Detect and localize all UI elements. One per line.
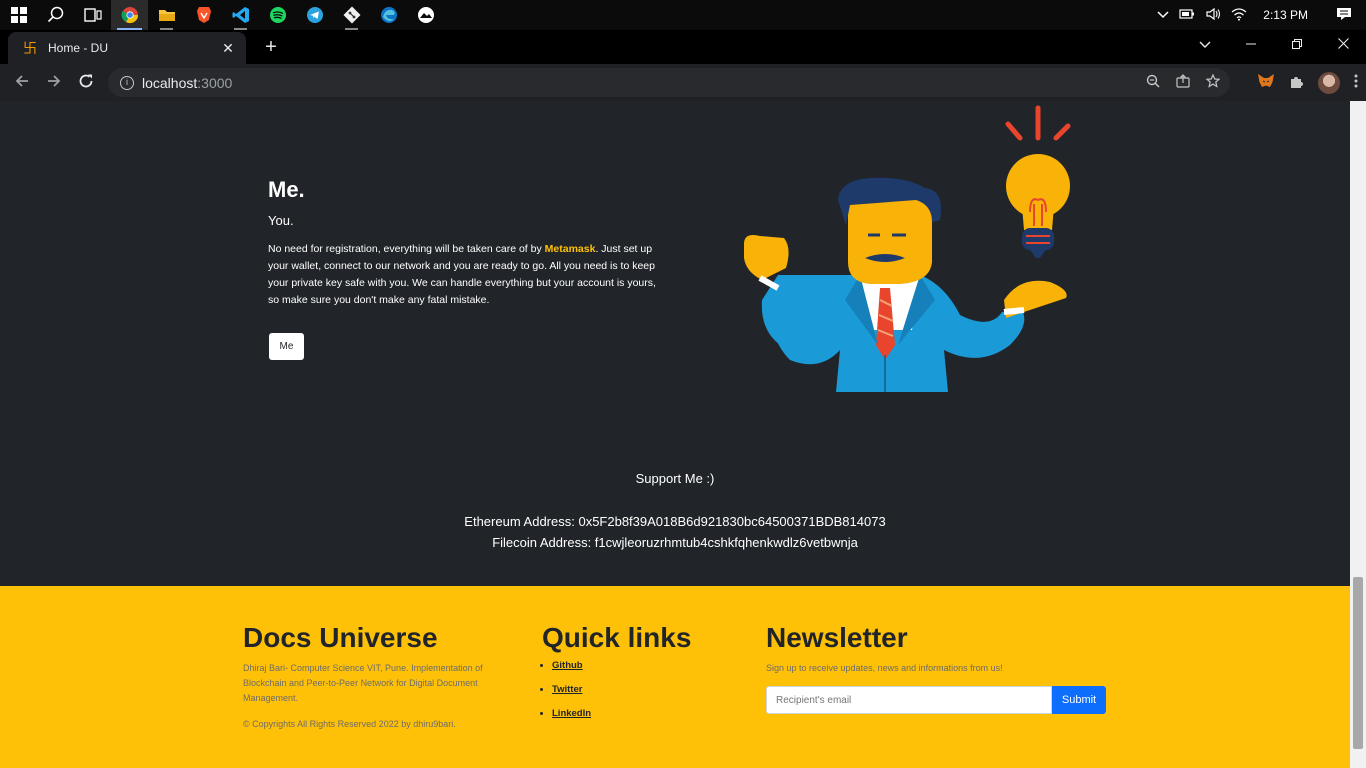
tab-title: Home - DU	[48, 41, 109, 55]
chevron-up-icon[interactable]	[1157, 8, 1169, 22]
close-tab-icon[interactable]: ✕	[220, 40, 236, 57]
tab-search-icon[interactable]	[1182, 30, 1228, 60]
bookmark-star-icon[interactable]	[1205, 73, 1221, 91]
hero-description: No need for registration, everything wil…	[268, 241, 660, 309]
hero-subheading: You.	[268, 213, 294, 228]
notes-app-icon[interactable]	[407, 0, 444, 30]
battery-icon[interactable]	[1179, 8, 1195, 23]
me-button[interactable]: Me	[269, 333, 304, 360]
system-tray: 2:13 PM	[1157, 0, 1366, 30]
extensions-area	[1257, 68, 1358, 97]
git-icon[interactable]	[333, 0, 370, 30]
lightbulb-icon	[1006, 154, 1070, 258]
windows-start-icon[interactable]	[0, 0, 37, 30]
profile-avatar[interactable]	[1318, 71, 1340, 94]
support-title: Support Me :)	[635, 471, 715, 486]
restore-icon[interactable]	[1274, 30, 1320, 60]
close-window-icon[interactable]	[1320, 30, 1366, 60]
chrome-icon[interactable]	[111, 0, 148, 30]
page-scrollbar[interactable]	[1350, 101, 1366, 768]
windows-taskbar: 2:13 PM	[0, 0, 1366, 30]
url-port: :3000	[197, 74, 233, 91]
search-icon[interactable]	[37, 0, 74, 30]
tab-home[interactable]: 卐 Home - DU ✕	[8, 32, 246, 64]
footer: Docs Universe Dhiraj Bari- Computer Scie…	[0, 586, 1350, 768]
github-link[interactable]: Github	[552, 660, 583, 671]
new-tab-button[interactable]: +	[260, 34, 282, 60]
spotify-icon[interactable]	[259, 0, 296, 30]
extensions-puzzle-icon[interactable]	[1289, 74, 1304, 92]
linkedin-link[interactable]: LinkedIn	[552, 708, 591, 719]
edge-icon[interactable]	[370, 0, 407, 30]
list-item: LinkedIn	[552, 708, 591, 719]
metamask-highlight: Metamask	[544, 243, 596, 255]
tab-strip: 卐 Home - DU ✕ +	[0, 30, 1366, 64]
hero-heading: Me.	[268, 177, 305, 202]
forward-arrow-icon[interactable]	[38, 67, 70, 99]
reload-icon[interactable]	[70, 67, 102, 99]
list-item: Twitter	[552, 684, 591, 695]
footer-brand-description: Dhiraj Bari- Computer Science VIT, Pune.…	[243, 663, 483, 703]
quick-links-list: Github Twitter LinkedIn	[552, 660, 591, 732]
newsletter-email-input[interactable]	[766, 686, 1052, 714]
newsletter-title: Newsletter	[766, 622, 908, 653]
file-explorer-icon[interactable]	[148, 0, 185, 30]
notifications-icon[interactable]	[1336, 7, 1352, 24]
quick-links-title: Quick links	[542, 622, 692, 653]
zoom-icon[interactable]	[1146, 74, 1160, 91]
minimize-icon[interactable]	[1228, 30, 1274, 60]
address-bar[interactable]: i localhost:3000	[108, 68, 1230, 97]
footer-brand-title: Docs Universe	[243, 622, 438, 653]
idea-ray	[1053, 123, 1071, 141]
list-item: Github	[552, 660, 591, 671]
chrome-menu-icon[interactable]	[1354, 74, 1358, 91]
url-host: localhost	[142, 74, 198, 91]
task-view-icon[interactable]	[74, 0, 111, 30]
tab-favicon-icon: 卐	[23, 40, 37, 56]
hero-text-start: No need for registration, everything wil…	[268, 243, 545, 255]
filecoin-address: Filecoin Address: f1cwjleoruzrhmtub4cshk…	[492, 535, 858, 550]
twitter-link[interactable]: Twitter	[552, 684, 582, 695]
scrollbar-thumb[interactable]	[1353, 577, 1363, 749]
telegram-icon[interactable]	[296, 0, 333, 30]
share-icon[interactable]	[1176, 74, 1190, 91]
clock[interactable]: 2:13 PM	[1263, 8, 1308, 22]
site-info-icon[interactable]: i	[120, 75, 134, 90]
volume-icon[interactable]	[1205, 7, 1221, 24]
page-content: Me. You. No need for registration, every…	[0, 101, 1350, 768]
newsletter-submit-button[interactable]: Submit	[1052, 686, 1106, 714]
browser-toolbar: i localhost:3000	[0, 64, 1366, 101]
window-controls	[1182, 30, 1366, 60]
back-arrow-icon[interactable]	[6, 67, 38, 99]
idea-man-illustration	[744, 105, 1071, 392]
footer-copyright: © Copyrights All Rights Reserved 2022 by…	[243, 719, 456, 729]
ethereum-address: Ethereum Address: 0x5F2b8f39A018B6d92183…	[464, 514, 886, 529]
vscode-icon[interactable]	[222, 0, 259, 30]
newsletter-description: Sign up to receive updates, news and inf…	[766, 663, 1003, 673]
idea-ray	[1005, 121, 1023, 141]
wifi-icon[interactable]	[1231, 7, 1247, 24]
brave-icon[interactable]	[185, 0, 222, 30]
metamask-fox-icon[interactable]	[1257, 73, 1275, 92]
